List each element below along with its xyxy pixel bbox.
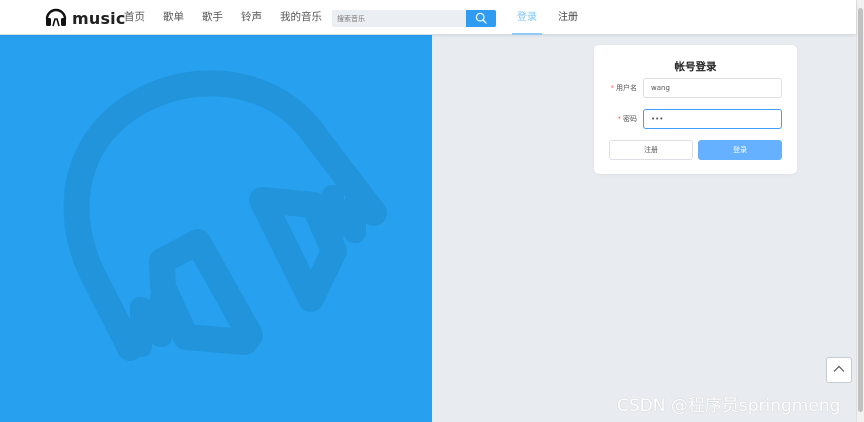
page: music 首页 歌单 歌手 铃声 我的音乐 登录 注册: [0, 0, 864, 422]
page-scrollbar[interactable]: [856, 0, 864, 422]
nav-item-ringtones[interactable]: 铃声: [241, 0, 262, 35]
search-input[interactable]: [332, 10, 466, 27]
top-navbar: music 首页 歌单 歌手 铃声 我的音乐 登录 注册: [0, 0, 856, 35]
brand-name: music: [72, 8, 126, 28]
required-mark: *: [610, 84, 615, 92]
password-row: * 密码: [594, 109, 797, 129]
search-icon: [475, 9, 487, 28]
hero-panel: [0, 35, 432, 422]
nav-item-home[interactable]: 首页: [124, 0, 145, 35]
watermark-text: CSDN @程序员springmeng: [617, 396, 841, 416]
login-card: 帐号登录 *用户名 *密码 注册 登录: [594, 45, 797, 174]
register-button[interactable]: 注册: [609, 140, 693, 160]
chevron-up-icon: [832, 361, 846, 380]
nav-item-singers[interactable]: 歌手: [202, 0, 223, 35]
back-to-top-button[interactable]: [826, 357, 852, 383]
nav-item-my-music[interactable]: 我的音乐: [280, 0, 322, 35]
main-nav: 首页 歌单 歌手 铃声 我的音乐: [124, 0, 340, 35]
scrollbar-thumb[interactable]: [858, 8, 863, 412]
login-button[interactable]: 登录: [698, 140, 782, 160]
search-button[interactable]: [466, 10, 496, 27]
username-row: * 用户名: [594, 78, 797, 98]
auth-links: 登录 注册: [512, 0, 594, 35]
headphones-icon: [44, 4, 68, 32]
password-label: * 密码: [617, 115, 638, 123]
password-input[interactable]: [643, 109, 782, 129]
username-input[interactable]: [643, 78, 782, 98]
login-link[interactable]: 登录: [512, 0, 542, 35]
username-label: * 用户名: [610, 84, 638, 92]
headphones-icon: [63, 70, 387, 361]
brand-logo[interactable]: music: [44, 6, 126, 30]
register-link[interactable]: 注册: [553, 0, 583, 35]
login-card-title: 帐号登录: [674, 61, 717, 73]
nav-item-playlists[interactable]: 歌单: [163, 0, 184, 35]
search-bar: [332, 10, 496, 27]
required-mark: *: [617, 115, 622, 123]
